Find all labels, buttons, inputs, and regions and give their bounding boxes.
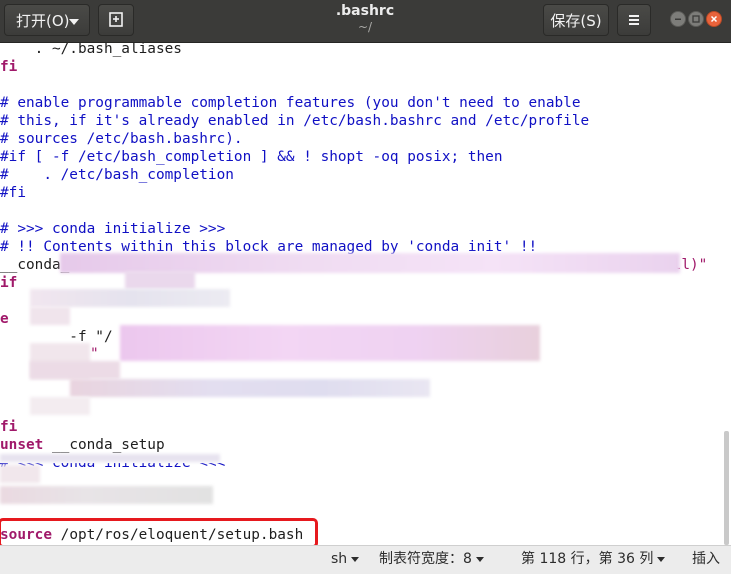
code-line: # . /etc/bash_completion: [0, 167, 234, 183]
chevron-down-icon: [69, 19, 79, 25]
tab-width-selector[interactable]: 制表符宽度：8: [379, 549, 484, 569]
redacted-region: [60, 253, 680, 273]
menu-button[interactable]: [617, 4, 651, 36]
code-line: # sources /etc/bash.bashrc).: [0, 131, 243, 147]
open-button-label: 打开(O): [16, 12, 70, 30]
unset-keyword: unset: [0, 437, 44, 453]
open-button[interactable]: 打开(O): [4, 4, 90, 36]
close-window-button[interactable]: [706, 11, 722, 27]
new-document-button[interactable]: [98, 4, 134, 36]
code-line: # >>> conda initialize >>>: [0, 221, 226, 237]
highlight-annotation-box: [0, 518, 318, 545]
chevron-down-icon: [351, 556, 360, 562]
redacted-region: [30, 289, 230, 307]
code-line: # enable programmable completion feature…: [0, 95, 581, 111]
new-document-icon: [109, 12, 123, 27]
chevron-down-icon: [657, 556, 666, 562]
code-line: #fi: [0, 185, 26, 201]
language-selector[interactable]: sh: [331, 549, 360, 569]
code-line: fi: [0, 419, 18, 435]
maximize-window-button[interactable]: [688, 11, 704, 27]
text-editor[interactable]: . ~/.bash_aliases fi # enable programmab…: [0, 43, 731, 545]
language-label: sh: [331, 551, 348, 567]
status-bar: sh 制表符宽度：8 第 118 行，第 36 列 插入: [0, 545, 731, 574]
code-line: fi: [0, 59, 18, 75]
code-line-partial: if: [0, 275, 18, 291]
chevron-down-icon: [475, 556, 484, 562]
cursor-position-selector[interactable]: 第 118 行，第 36 列: [521, 549, 666, 569]
code-line-partial: e: [0, 311, 9, 327]
redacted-region: [30, 307, 70, 325]
minimize-icon: [675, 18, 681, 20]
tab-width-label: 制表符宽度：8: [379, 551, 472, 567]
hamburger-menu-icon: [629, 15, 639, 25]
redacted-region: [0, 465, 40, 483]
redacted-region: [120, 325, 540, 361]
window-subtitle: ~/: [357, 20, 373, 34]
scrollbar-thumb[interactable]: [724, 431, 729, 545]
close-icon: [710, 15, 718, 23]
redacted-region: [125, 271, 195, 289]
unset-argument: __conda_setup: [43, 437, 165, 453]
redacted-region: [30, 361, 120, 379]
redacted-region: [0, 454, 220, 462]
minimize-window-button[interactable]: [670, 11, 686, 27]
code-line: . ~/.bash_aliases: [0, 43, 182, 57]
code-line-unset: unset __conda_setup: [0, 436, 165, 454]
maximize-icon: [692, 15, 700, 23]
insert-mode-indicator: 插入: [692, 551, 720, 567]
redacted-region: [0, 486, 213, 504]
redacted-region: [30, 397, 90, 415]
window-title: .bashrc: [335, 3, 395, 19]
cursor-position-label: 第 118 行，第 36 列: [521, 551, 654, 567]
redacted-region: [70, 379, 430, 397]
save-button[interactable]: 保存(S): [543, 4, 609, 36]
code-line: #if [ -f /etc/bash_completion ] && ! sho…: [0, 149, 503, 165]
code-line: # this, if it's already enabled in /etc/…: [0, 113, 590, 129]
header-bar: 打开(O) .bashrc ~/ 保存(S): [0, 0, 731, 43]
